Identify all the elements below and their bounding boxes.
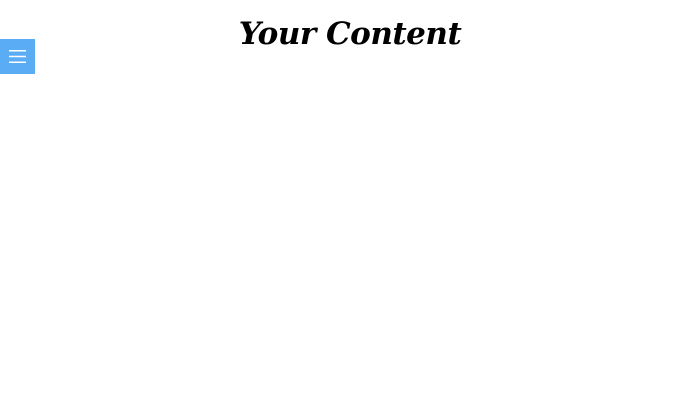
page-title: Your Content [238,16,462,52]
page: Your Content [0,0,700,398]
